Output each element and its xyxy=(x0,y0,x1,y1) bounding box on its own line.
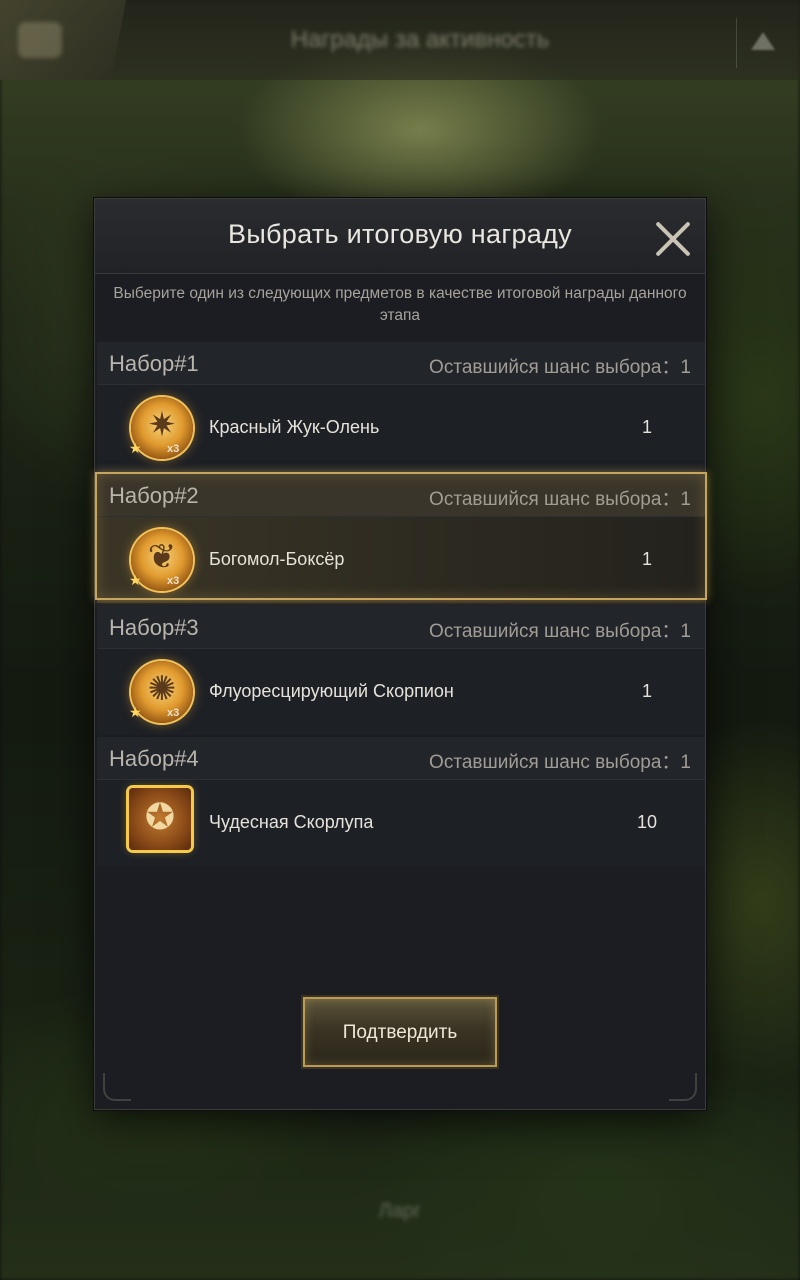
dialog-description: Выберите один из следующих предметов в к… xyxy=(113,285,687,324)
reward-set-4[interactable]: Набор#4 Оставшийся шанс выбора：1 ✪ Чудес… xyxy=(97,737,705,867)
confirm-button[interactable]: Подтвердить xyxy=(303,997,497,1067)
stag-beetle-icon: ✷ ★ x3 xyxy=(129,397,193,459)
reward-item-row[interactable]: ✷ ★ x3 Красный Жук-Олень 1 xyxy=(97,384,705,471)
set-name: Набор#4 xyxy=(109,746,199,771)
shell-emblem-icon: ✪ xyxy=(129,788,191,850)
star-icon: ★ xyxy=(129,441,142,457)
reward-select-dialog: Выбрать итоговую награду Выберите один и… xyxy=(94,198,707,1110)
set-chance-label: Оставшийся шанс выбора：1 xyxy=(429,357,691,378)
item-name: Чудесная Скорлупа xyxy=(209,812,374,832)
set-chance-label: Оставшийся шанс выбора：1 xyxy=(429,752,691,773)
item-name: Богомол-Боксёр xyxy=(209,549,345,569)
set-name: Набор#2 xyxy=(109,483,199,508)
set-name: Набор#1 xyxy=(109,351,199,376)
item-name: Красный Жук-Олень xyxy=(209,417,380,437)
scorpion-icon: ✺ ★ x3 xyxy=(129,661,193,723)
page-title: Награды за активность xyxy=(290,26,550,53)
triangle-icon xyxy=(751,32,775,50)
back-button[interactable] xyxy=(0,0,126,80)
dialog-header: Выбрать итоговую награду xyxy=(95,199,705,274)
set-header: Набор#3 Оставшийся шанс выбора：1 xyxy=(97,606,705,648)
mantis-icon: ❦ ★ x3 xyxy=(129,529,193,591)
reward-set-3[interactable]: Набор#3 Оставшийся шанс выбора：1 ✺ ★ x3 … xyxy=(97,606,705,736)
reward-item-row[interactable]: ❦ ★ x3 Богомол-Боксёр 1 xyxy=(97,516,705,603)
set-header: Набор#2 Оставшийся шанс выбора：1 xyxy=(97,474,705,516)
corner-ornament xyxy=(103,1073,131,1101)
set-chance-label: Оставшийся шанс выбора：1 xyxy=(429,489,691,510)
star-icon: ★ xyxy=(129,705,142,721)
set-header: Набор#4 Оставшийся шанс выбора：1 xyxy=(97,737,705,779)
reward-item-row[interactable]: ✺ ★ x3 Флуоресцирующий Скорпион 1 xyxy=(97,648,705,735)
item-badge: x3 xyxy=(167,707,180,719)
close-icon[interactable] xyxy=(653,219,693,259)
star-icon: ★ xyxy=(129,573,142,589)
corner-ornament xyxy=(669,1073,697,1101)
set-name: Набор#3 xyxy=(109,615,199,640)
item-quantity: 1 xyxy=(641,681,652,701)
set-header: Набор#1 Оставшийся шанс выбора：1 xyxy=(97,342,705,384)
reward-set-2[interactable]: Набор#2 Оставшийся шанс выбора：1 ❦ ★ x3 … xyxy=(95,472,707,604)
top-right-button[interactable] xyxy=(736,18,787,68)
item-badge: x3 xyxy=(167,443,180,455)
item-quantity: 1 xyxy=(641,417,652,437)
dialog-title: Выбрать итоговую награду xyxy=(228,219,572,249)
set-chance-label: Оставшийся шанс выбора：1 xyxy=(429,621,691,642)
item-quantity: 10 xyxy=(636,812,658,832)
confirm-button-label: Подтвердить xyxy=(342,1022,458,1043)
reward-item-row[interactable]: ✪ Чудесная Скорлупа 10 xyxy=(97,779,705,866)
reward-set-1[interactable]: Набор#1 Оставшийся шанс выбора：1 ✷ ★ x3 … xyxy=(97,342,705,472)
top-bar: Награды за активность xyxy=(0,0,800,80)
item-name: Флуоресцирующий Скорпион xyxy=(209,681,454,701)
back-arrow-icon xyxy=(18,22,62,58)
item-quantity: 1 xyxy=(641,549,652,569)
item-badge: x3 xyxy=(167,575,180,587)
background-bottom-label: Ларг xyxy=(378,1200,422,1222)
